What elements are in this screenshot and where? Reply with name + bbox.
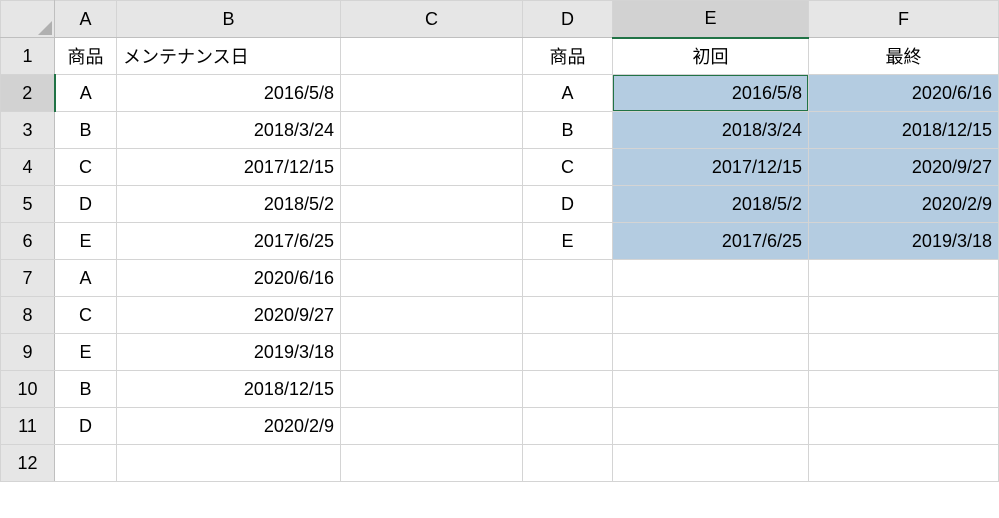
cell-D3[interactable]: B: [523, 112, 613, 149]
cell-E10[interactable]: [613, 371, 809, 408]
row-header-10[interactable]: 10: [1, 371, 55, 408]
row-header-3[interactable]: 3: [1, 112, 55, 149]
row-header-7[interactable]: 7: [1, 260, 55, 297]
cell-C9[interactable]: [341, 334, 523, 371]
cell-C11[interactable]: [341, 408, 523, 445]
row-header-1[interactable]: 1: [1, 38, 55, 75]
cell-A3[interactable]: B: [55, 112, 117, 149]
cell-C8[interactable]: [341, 297, 523, 334]
cell-A12[interactable]: [55, 445, 117, 482]
cell-B6[interactable]: 2017/6/25: [117, 223, 341, 260]
spreadsheet-grid[interactable]: A B C D E F 1 商品 メンテナンス日 商品 初回 最終 2 A 20…: [0, 0, 999, 482]
cell-F1[interactable]: 最終: [809, 38, 999, 75]
cell-E3[interactable]: 2018/3/24: [613, 112, 809, 149]
cell-A1[interactable]: 商品: [55, 38, 117, 75]
cell-B12[interactable]: [117, 445, 341, 482]
cell-F2[interactable]: 2020/6/16: [809, 75, 999, 112]
cell-A4[interactable]: C: [55, 149, 117, 186]
cell-B1[interactable]: メンテナンス日: [117, 38, 341, 75]
cell-E4[interactable]: 2017/12/15: [613, 149, 809, 186]
select-all-corner[interactable]: [1, 1, 55, 38]
cell-D11[interactable]: [523, 408, 613, 445]
cell-E1[interactable]: 初回: [613, 38, 809, 75]
cell-E12[interactable]: [613, 445, 809, 482]
cell-F11[interactable]: [809, 408, 999, 445]
cell-F8[interactable]: [809, 297, 999, 334]
cell-F7[interactable]: [809, 260, 999, 297]
cell-D8[interactable]: [523, 297, 613, 334]
cell-B5[interactable]: 2018/5/2: [117, 186, 341, 223]
cell-C12[interactable]: [341, 445, 523, 482]
row-header-11[interactable]: 11: [1, 408, 55, 445]
cell-E8[interactable]: [613, 297, 809, 334]
cell-B7[interactable]: 2020/6/16: [117, 260, 341, 297]
col-header-B[interactable]: B: [117, 1, 341, 38]
cell-C7[interactable]: [341, 260, 523, 297]
row-header-5[interactable]: 5: [1, 186, 55, 223]
row-header-4[interactable]: 4: [1, 149, 55, 186]
cell-F12[interactable]: [809, 445, 999, 482]
row-header-8[interactable]: 8: [1, 297, 55, 334]
col-header-D[interactable]: D: [523, 1, 613, 38]
cell-F3[interactable]: 2018/12/15: [809, 112, 999, 149]
cell-D7[interactable]: [523, 260, 613, 297]
row-header-6[interactable]: 6: [1, 223, 55, 260]
cell-C5[interactable]: [341, 186, 523, 223]
row-header-2[interactable]: 2: [1, 75, 55, 112]
cell-E7[interactable]: [613, 260, 809, 297]
cell-B4[interactable]: 2017/12/15: [117, 149, 341, 186]
col-header-C[interactable]: C: [341, 1, 523, 38]
cell-A9[interactable]: E: [55, 334, 117, 371]
cell-F4[interactable]: 2020/9/27: [809, 149, 999, 186]
cell-D9[interactable]: [523, 334, 613, 371]
cell-A11[interactable]: D: [55, 408, 117, 445]
cell-E2[interactable]: 2016/5/8: [613, 75, 809, 112]
cell-F9[interactable]: [809, 334, 999, 371]
col-header-A[interactable]: A: [55, 1, 117, 38]
cell-C2[interactable]: [341, 75, 523, 112]
row-header-9[interactable]: 9: [1, 334, 55, 371]
cell-A7[interactable]: A: [55, 260, 117, 297]
cell-C3[interactable]: [341, 112, 523, 149]
cell-A10[interactable]: B: [55, 371, 117, 408]
cell-B11[interactable]: 2020/2/9: [117, 408, 341, 445]
cell-F5[interactable]: 2020/2/9: [809, 186, 999, 223]
cell-F6[interactable]: 2019/3/18: [809, 223, 999, 260]
col-header-F[interactable]: F: [809, 1, 999, 38]
cell-A8[interactable]: C: [55, 297, 117, 334]
row-header-12[interactable]: 12: [1, 445, 55, 482]
cell-A6[interactable]: E: [55, 223, 117, 260]
cell-D10[interactable]: [523, 371, 613, 408]
cell-C10[interactable]: [341, 371, 523, 408]
cell-B9[interactable]: 2019/3/18: [117, 334, 341, 371]
cell-C1[interactable]: [341, 38, 523, 75]
cell-B3[interactable]: 2018/3/24: [117, 112, 341, 149]
cell-D12[interactable]: [523, 445, 613, 482]
cell-B2[interactable]: 2016/5/8: [117, 75, 341, 112]
cell-B8[interactable]: 2020/9/27: [117, 297, 341, 334]
cell-D5[interactable]: D: [523, 186, 613, 223]
cell-E6[interactable]: 2017/6/25: [613, 223, 809, 260]
cell-F10[interactable]: [809, 371, 999, 408]
cell-D6[interactable]: E: [523, 223, 613, 260]
cell-D1[interactable]: 商品: [523, 38, 613, 75]
cell-E5[interactable]: 2018/5/2: [613, 186, 809, 223]
cell-E11[interactable]: [613, 408, 809, 445]
cell-A5[interactable]: D: [55, 186, 117, 223]
cell-B10[interactable]: 2018/12/15: [117, 371, 341, 408]
col-header-E[interactable]: E: [613, 1, 809, 38]
cell-C4[interactable]: [341, 149, 523, 186]
cell-A2[interactable]: A: [55, 75, 117, 112]
cell-D2[interactable]: A: [523, 75, 613, 112]
cell-D4[interactable]: C: [523, 149, 613, 186]
cell-C6[interactable]: [341, 223, 523, 260]
cell-E9[interactable]: [613, 334, 809, 371]
